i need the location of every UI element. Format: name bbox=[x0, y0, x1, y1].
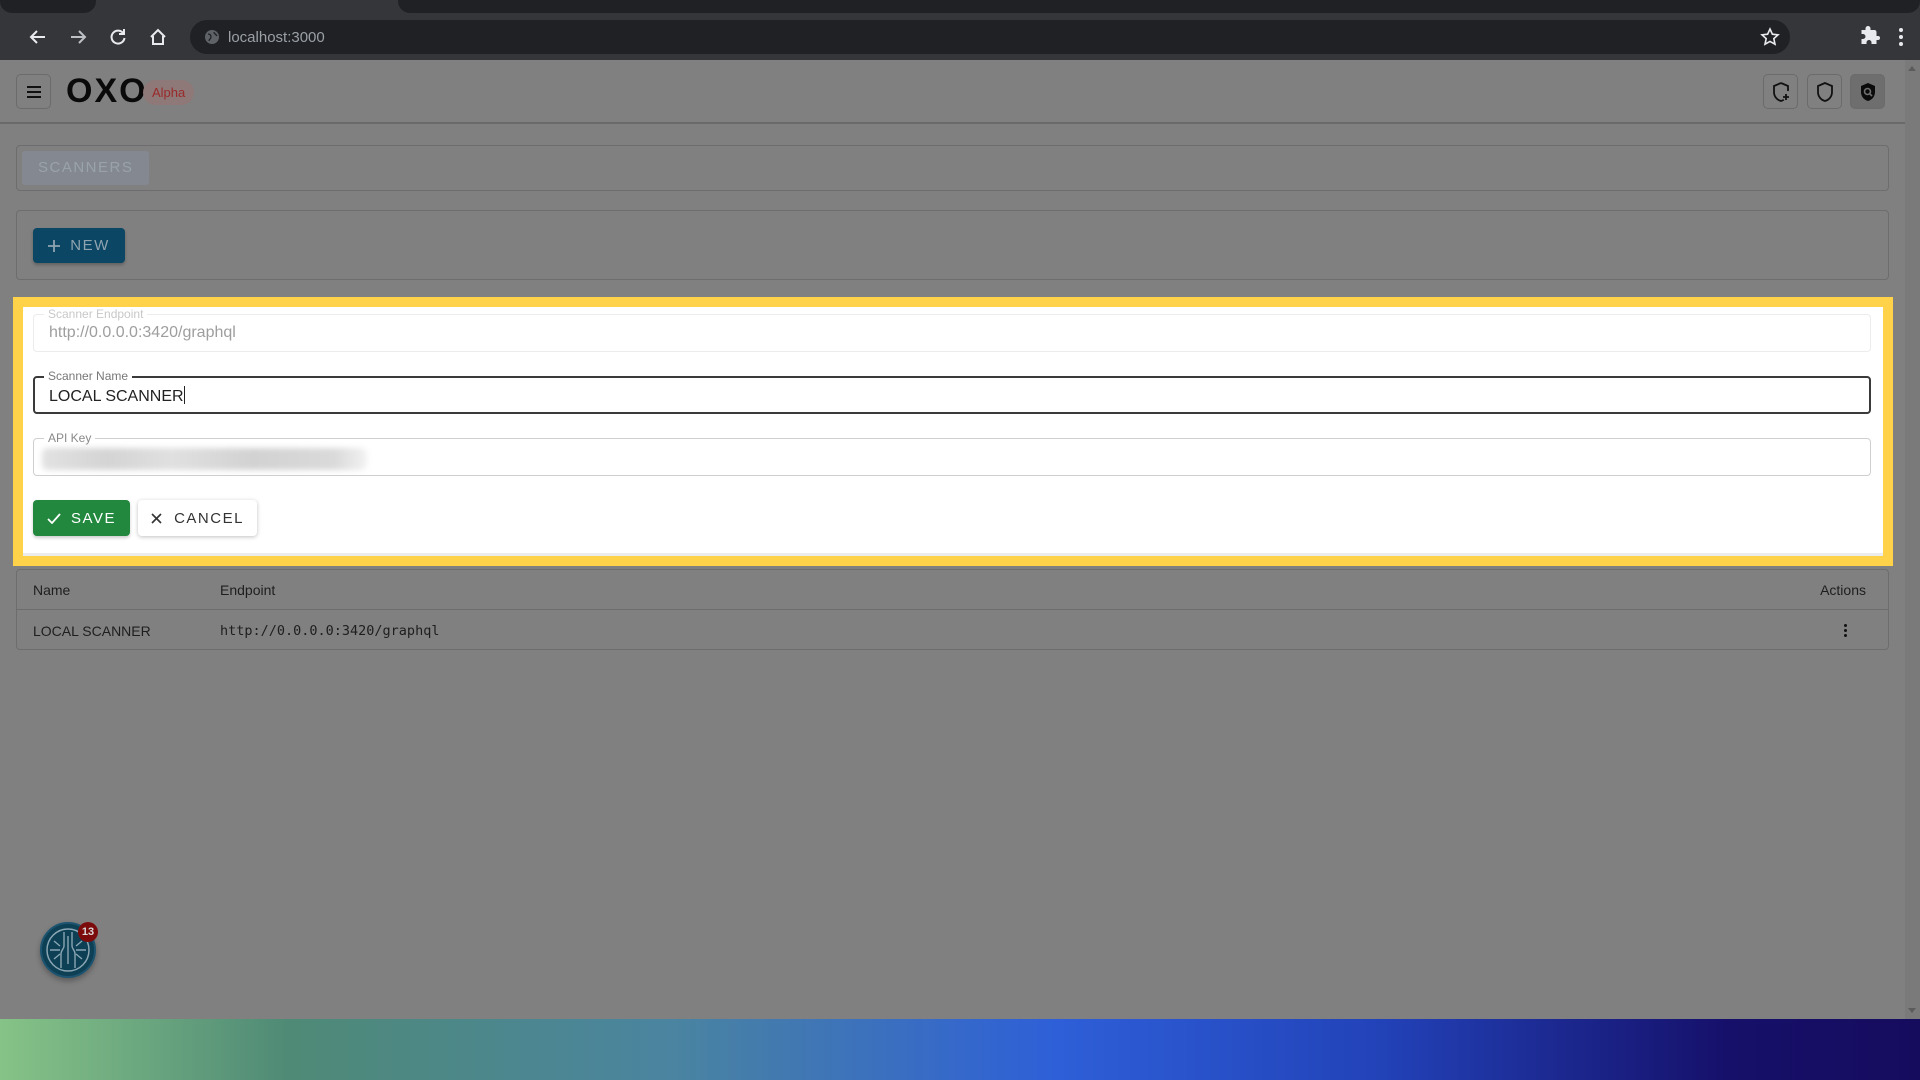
reload-icon[interactable] bbox=[104, 23, 132, 51]
scroll-down-arrow-icon[interactable] bbox=[1908, 1008, 1916, 1013]
check-icon bbox=[47, 512, 61, 524]
page-scrollbar[interactable] bbox=[1905, 60, 1920, 1019]
menu-button[interactable] bbox=[16, 74, 51, 109]
api-key-label: API Key bbox=[44, 431, 96, 445]
cancel-button-label: CANCEL bbox=[174, 509, 244, 527]
shield-plus-icon bbox=[1772, 81, 1789, 102]
actions-card: NEW bbox=[16, 210, 1889, 280]
app-header: OXO Alpha bbox=[0, 60, 1905, 124]
scanner-form: Scanner Endpoint http://0.0.0.0:3420/gra… bbox=[23, 307, 1883, 556]
browser-tab[interactable] bbox=[398, 0, 1920, 13]
tabs-bar: SCANNERS bbox=[16, 145, 1889, 191]
column-header-actions: Actions bbox=[1820, 582, 1866, 598]
scanner-name-value: LOCAL SCANNER bbox=[49, 388, 184, 405]
scanner-name-input[interactable]: LOCAL SCANNER bbox=[49, 386, 185, 406]
row-actions-menu-icon[interactable] bbox=[1840, 620, 1850, 640]
bookmark-star-icon[interactable] bbox=[1760, 27, 1780, 47]
new-button-label: NEW bbox=[70, 237, 110, 254]
scanner-endpoint-value[interactable]: http://0.0.0.0:3420/graphql bbox=[49, 324, 236, 342]
tab-scanners[interactable]: SCANNERS bbox=[22, 151, 150, 185]
shield-search-button[interactable] bbox=[1850, 74, 1885, 109]
browser-toolbar: localhost:3000 bbox=[0, 13, 1920, 60]
new-scanner-button[interactable]: NEW bbox=[33, 228, 125, 263]
scanner-endpoint-field[interactable]: Scanner Endpoint http://0.0.0.0:3420/gra… bbox=[33, 307, 1871, 352]
app-page: OXO Alpha SCANNERS NEW Scanner Endpoint … bbox=[0, 60, 1905, 1019]
scanner-name-label: Scanner Name bbox=[44, 369, 133, 383]
api-key-blurred-value[interactable] bbox=[42, 448, 367, 470]
url-text[interactable]: localhost:3000 bbox=[228, 29, 325, 46]
shield-button[interactable] bbox=[1807, 74, 1842, 109]
scanner-name-field[interactable]: Scanner Name LOCAL SCANNER bbox=[33, 369, 1871, 414]
highlight-frame: Scanner Endpoint http://0.0.0.0:3420/gra… bbox=[13, 297, 1893, 566]
row-endpoint: http://0.0.0.0:3420/graphql bbox=[220, 623, 440, 639]
shield-icon bbox=[1816, 81, 1833, 102]
browser-menu-icon[interactable] bbox=[1895, 25, 1907, 49]
add-scanner-button[interactable] bbox=[1763, 74, 1798, 109]
scroll-up-arrow-icon[interactable] bbox=[1908, 66, 1916, 71]
column-header-name[interactable]: Name bbox=[33, 582, 70, 598]
table-header bbox=[17, 570, 1888, 610]
scanner-endpoint-label: Scanner Endpoint bbox=[44, 307, 148, 321]
shield-search-icon bbox=[1860, 82, 1875, 101]
close-icon bbox=[151, 512, 162, 524]
forward-icon[interactable] bbox=[64, 23, 92, 51]
desktop-background bbox=[0, 1019, 1920, 1080]
api-key-field[interactable]: API Key bbox=[33, 431, 1871, 476]
save-button-label: SAVE bbox=[71, 509, 116, 527]
browser-tab[interactable] bbox=[0, 0, 96, 13]
plus-icon bbox=[48, 239, 61, 252]
hamburger-icon bbox=[26, 85, 41, 98]
extensions-icon[interactable] bbox=[1858, 25, 1882, 49]
row-name: LOCAL SCANNER bbox=[33, 623, 151, 639]
browser-tabstrip bbox=[0, 0, 1920, 13]
scanners-table: Name Endpoint Actions LOCAL SCANNER http… bbox=[16, 569, 1889, 650]
cancel-button[interactable]: CANCEL bbox=[138, 500, 257, 536]
save-button[interactable]: SAVE bbox=[33, 500, 130, 536]
home-icon[interactable] bbox=[144, 23, 172, 51]
column-header-endpoint[interactable]: Endpoint bbox=[220, 582, 275, 598]
site-info-icon[interactable] bbox=[204, 29, 220, 45]
address-bar[interactable]: localhost:3000 bbox=[190, 20, 1790, 54]
alpha-badge: Alpha bbox=[143, 80, 195, 105]
text-caret bbox=[183, 386, 185, 404]
back-icon[interactable] bbox=[24, 23, 52, 51]
notification-count-badge: 13 bbox=[78, 922, 98, 942]
app-logo[interactable]: OXO bbox=[66, 72, 148, 111]
